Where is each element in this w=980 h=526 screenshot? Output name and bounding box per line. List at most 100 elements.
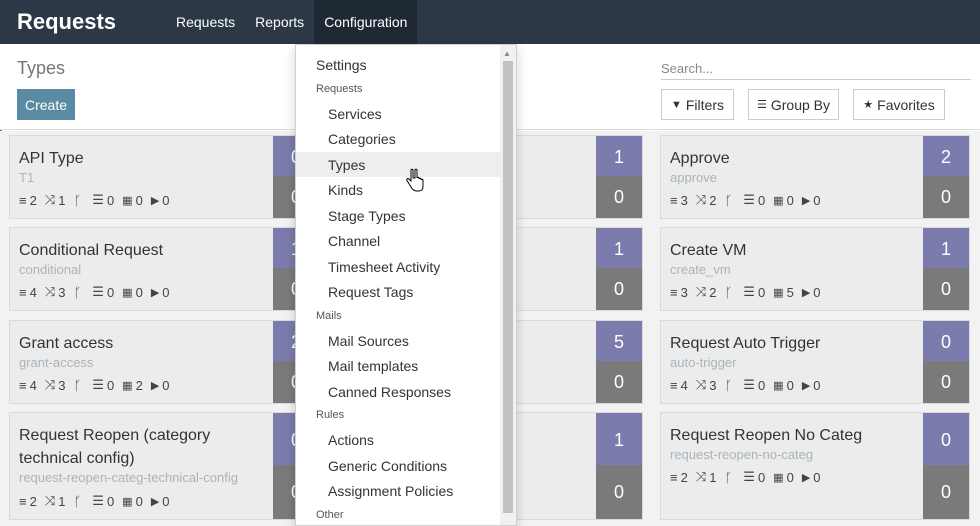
count-badge-open[interactable]: 0	[923, 413, 969, 467]
count-badge-closed[interactable]: 0	[923, 176, 969, 218]
card-stat: ᚴ	[73, 285, 84, 300]
menu-item-kinds[interactable]: Kinds	[296, 177, 501, 202]
count-badge-closed[interactable]: 0	[596, 465, 642, 519]
card-stats: ≡ 4 ⤨ 3 ᚴ ☰ 0 ▦ 2 ▶ 0	[19, 377, 176, 393]
count-badge-open[interactable]: 1	[923, 228, 969, 270]
kanban-card[interactable]: Conditional Request conditional ≡ 4 ⤨ 3 ᚴ ☰ 0 ▦ 0 ▶…	[9, 227, 320, 311]
app-title[interactable]: Requests	[17, 9, 166, 35]
count-badge-open[interactable]: 1	[596, 228, 642, 270]
menu-item-types[interactable]: Types	[296, 152, 501, 177]
list-icon: ☰	[743, 377, 755, 392]
count-badge-open[interactable]: 0	[923, 321, 969, 363]
create-button[interactable]: Create	[17, 89, 75, 120]
stages-icon: ≡	[19, 493, 27, 509]
card-stats: ≡ 2 ⤨ 1 ᚴ ☰ 0 ▦ 0 ▶ 0	[670, 469, 827, 485]
menu-item-canned-responses[interactable]: Canned Responses	[296, 379, 501, 404]
count-badge-open[interactable]: 1	[596, 413, 642, 467]
nav-configuration[interactable]: Configuration	[314, 0, 418, 44]
card-stat: ≡ 3	[670, 285, 688, 300]
stat-value: 0	[135, 192, 143, 208]
group-by-label: Group By	[770, 96, 830, 113]
kanban-card[interactable]: API TypeT1≡2⤨1ᚴ☰0▦0▶000	[9, 135, 320, 219]
count-badge-open[interactable]: 5	[596, 321, 642, 363]
stat-value: 1	[58, 493, 66, 509]
menu-item-settings[interactable]: Settings	[296, 52, 501, 77]
favorites-button[interactable]: ★ Favorites	[853, 89, 945, 120]
menu-item-channel[interactable]: Channel	[296, 228, 501, 253]
qr-icon: ▦	[122, 379, 133, 392]
menu-item-services[interactable]: Services	[296, 101, 501, 126]
group-by-button[interactable]: ☰ Group By	[748, 89, 839, 120]
card-code: T1	[19, 170, 35, 185]
card-stats: ≡ 2 ⤨ 1 ᚴ ☰ 0 ▦ 0 ▶ 0	[19, 192, 176, 208]
routes-icon: ⤨	[44, 377, 56, 392]
card-stat: ☰ 0	[92, 493, 114, 509]
nav-requests[interactable]: Requests	[166, 0, 245, 44]
stat-value: 0	[813, 469, 821, 485]
list-icon: ☰	[743, 469, 755, 484]
card-stats: ≡ 4 ⤨ 3 ᚴ ☰ 0 ▦ 0 ▶ 0	[19, 284, 176, 300]
menu-item-generic-conditions[interactable]: Generic Conditions	[296, 453, 501, 478]
list-icon: ☰	[743, 192, 755, 207]
kanban-card[interactable]: Create VM create_vm ≡ 3 ⤨ 2 ᚴ ☰ 0 ▦ 5 ▶ 0 1 0	[660, 227, 970, 311]
stat-value: 0	[757, 469, 766, 485]
card-title: Conditional Request	[19, 242, 164, 259]
list-icon: ☰	[756, 99, 767, 111]
scroll-thumb[interactable]	[503, 61, 513, 513]
stages-icon: ≡	[19, 377, 27, 393]
card-title: Request Reopen (category technical confi…	[19, 427, 211, 467]
kanban-card[interactable]: Request Auto Trigger auto-trigger ≡ 4 ⤨ 3 ᚴ ☰ 0 ▦…	[660, 320, 970, 404]
count-badge-closed[interactable]: 0	[923, 465, 969, 519]
play-icon: ▶	[150, 495, 160, 508]
card-title: Grant access	[19, 335, 114, 352]
qr-icon: ▦	[773, 471, 784, 484]
stat-value: 0	[786, 377, 794, 393]
stat-value: 2	[680, 469, 688, 485]
menu-item-mail-sources[interactable]: Mail Sources	[296, 328, 501, 353]
card-stat: ☰ 0	[92, 377, 114, 393]
stat-value: 0	[813, 192, 821, 208]
branch-icon: ᚴ	[724, 192, 733, 208]
count-badge-open[interactable]: 1	[596, 136, 642, 178]
count-badge-open[interactable]: 2	[923, 136, 969, 178]
nav-reports[interactable]: Reports	[245, 0, 314, 44]
card-stat: ▦ 0	[773, 193, 794, 208]
list-icon: ☰	[92, 192, 104, 207]
count-badge-closed[interactable]: 0	[923, 361, 969, 403]
stat-value: 0	[135, 284, 143, 300]
menu-item-request-tags[interactable]: Request Tags	[296, 279, 501, 304]
card-stat: ▦ 0	[122, 285, 143, 300]
stages-icon: ≡	[670, 284, 678, 300]
list-icon: ☰	[92, 493, 104, 508]
menu-item-stage-types[interactable]: Stage Types	[296, 203, 501, 228]
menu-section-header: Requests	[316, 83, 363, 95]
menu-item-assignment-policies[interactable]: Assignment Policies	[296, 478, 501, 503]
menu-item-categories[interactable]: Categories	[296, 126, 501, 151]
count-badge-closed[interactable]: 0	[596, 176, 642, 218]
stat-value: 4	[29, 377, 37, 393]
card-stat: ᚴ	[724, 285, 735, 300]
card-stat: ▦ 5	[773, 285, 794, 300]
configuration-dropdown-menu: ▲ Settings Requests Services Categories Type…	[295, 44, 517, 526]
card-stats: ≡ 2 ⤨ 1 ᚴ ☰ 0 ▦ 0 ▶ 0	[19, 493, 176, 509]
menu-item-actions[interactable]: Actions	[296, 427, 501, 452]
card-stat: ▶ 0	[802, 470, 821, 485]
count-badge-closed[interactable]: 0	[596, 268, 642, 310]
menu-item-timesheet-activity[interactable]: Timesheet Activity	[296, 254, 501, 279]
kanban-card[interactable]: Request Reopen No Categ request-reopen-no…	[660, 412, 970, 520]
count-badge-closed[interactable]: 0	[596, 361, 642, 403]
scroll-up-icon[interactable]: ▲	[503, 49, 511, 58]
qr-icon: ▦	[122, 194, 133, 207]
count-badge-closed[interactable]: 0	[923, 268, 969, 310]
hand-pointer-icon	[406, 168, 424, 192]
stat-value: 0	[106, 192, 115, 208]
dropdown-scrollbar[interactable]: ▲	[500, 45, 516, 525]
menu-item-mail-templates[interactable]: Mail templates	[296, 353, 501, 378]
kanban-card[interactable]: Request Reopen (category technical confi…	[9, 412, 320, 520]
filter-icon: ▼	[670, 98, 682, 111]
card-stat: ☰ 0	[743, 284, 765, 300]
kanban-card[interactable]: Grant accessgrant-access≡4⤨3ᚴ☰0▦2▶020	[9, 320, 320, 404]
search-input[interactable]	[661, 58, 971, 80]
filters-button[interactable]: ▼ Filters	[661, 89, 734, 120]
kanban-card[interactable]: Approve approve ≡ 3 ⤨ 2 ᚴ ☰ 0 ▦ 0 ▶ 0 2 0	[660, 135, 970, 219]
